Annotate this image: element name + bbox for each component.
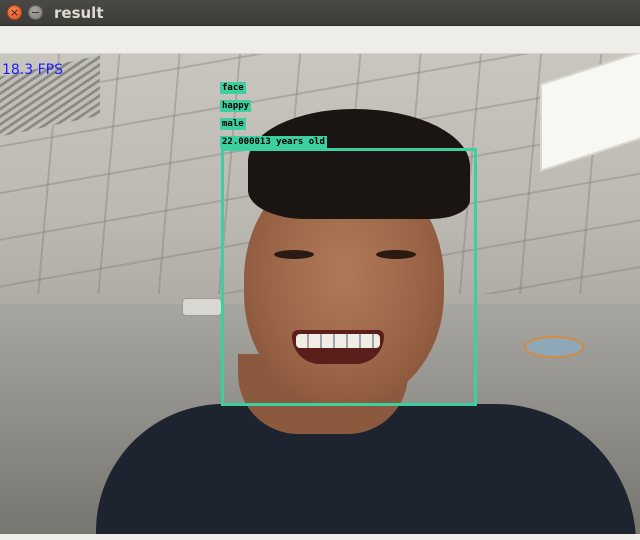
detection-label-emotion: happy	[220, 100, 252, 112]
fps-counter: 18.3 FPS	[2, 62, 64, 78]
projector	[182, 298, 222, 316]
close-icon[interactable]: ×	[7, 5, 22, 20]
window-toolbar	[0, 26, 640, 54]
detection-label-class: face	[220, 82, 246, 94]
camera-view: 18.3 FPS face happy male 22.000013 years…	[0, 54, 640, 534]
detection-label-age: 22.000013 years old	[220, 136, 327, 148]
window-titlebar: × − result	[0, 0, 640, 26]
face-bounding-box	[221, 148, 477, 406]
minimize-icon[interactable]: −	[28, 5, 43, 20]
lamp	[524, 336, 584, 358]
window-bottom-edge	[0, 534, 640, 540]
window-title: result	[54, 4, 104, 22]
detection-label-gender: male	[220, 118, 246, 130]
